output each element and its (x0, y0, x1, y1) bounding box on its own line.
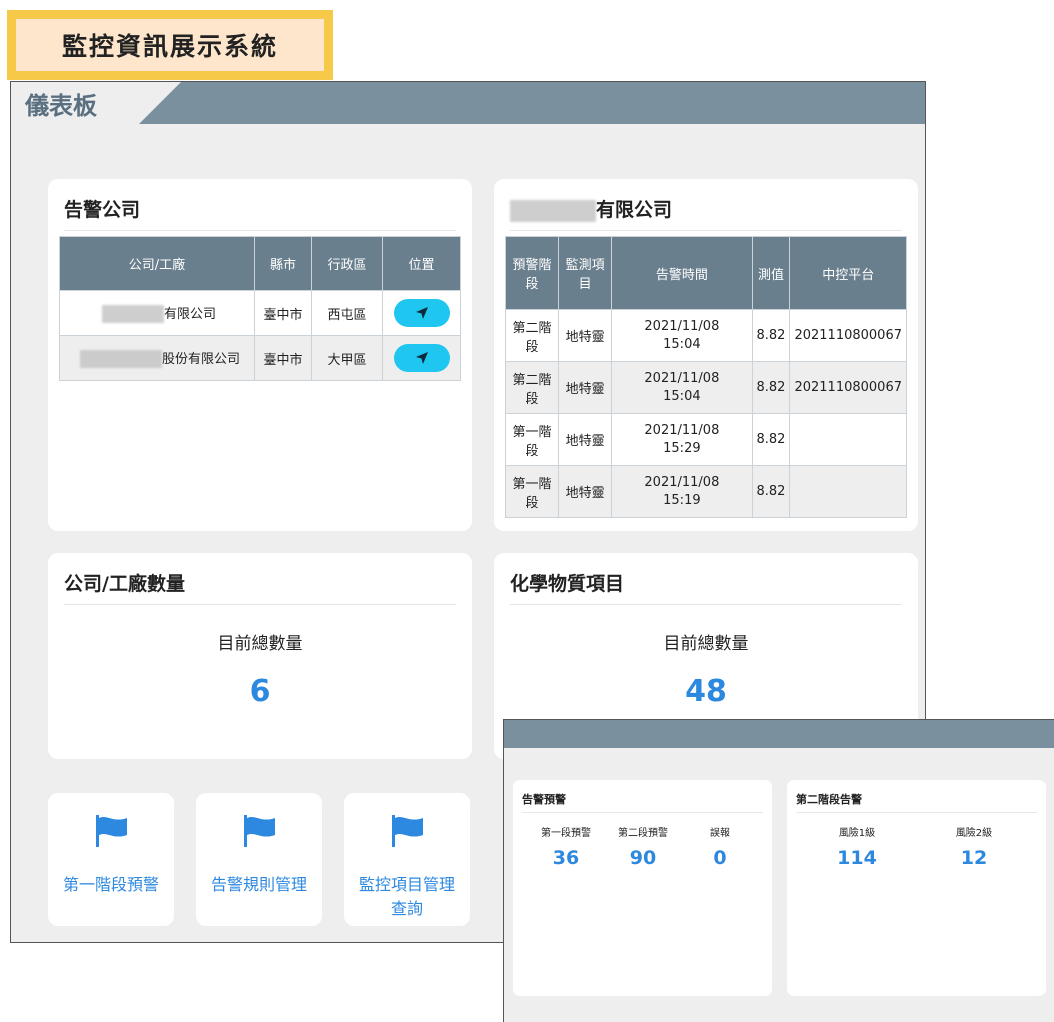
redacted-name (510, 199, 596, 222)
company-district: 大甲區 (311, 335, 383, 381)
col-platform: 中控平台 (789, 236, 907, 310)
overlay-header-bar (504, 720, 1054, 748)
tile-label: 監控項目管理查詢 (358, 875, 455, 918)
alert-value: 8.82 (751, 309, 791, 362)
alert-time: 15:04 (663, 336, 701, 352)
alert-item: 地特靈 (558, 361, 613, 414)
navigation-arrow-icon (415, 352, 428, 364)
alert-stage: 第一階段 (504, 413, 560, 466)
company-alerts-title: 有限公司 (510, 179, 902, 231)
col-company: 公司/工廠 (59, 236, 255, 291)
table-row: 股份有限公司 臺中市 大甲區 (59, 335, 461, 381)
alert-warning-card: 告警預警 (513, 780, 772, 996)
alert-item: 地特靈 (558, 465, 613, 518)
alert-value: 8.82 (751, 413, 791, 466)
company-alerts-table: 預警階段 監測項目 告警時間 測值 中控平台 第二階段 地特靈 2021/11/… (504, 236, 907, 518)
stat-risk-level-2: 風險2級 12 (955, 828, 993, 869)
chemical-items-title: 化學物質項目 (510, 553, 902, 605)
alert-value: 8.82 (751, 361, 791, 414)
company-count-value: 6 (249, 674, 271, 709)
company-name-suffix: 股份有限公司 (161, 351, 240, 367)
company-name-suffix: 有限公司 (163, 306, 216, 322)
platform-link[interactable]: 2021110800067 (789, 309, 907, 362)
overlay-window: 告警預警 第一段預警 36 第二段預警 90 誤報 0 第二階段告警 風險1級 … (503, 719, 1054, 1022)
table-row: 第二階段 地特靈 2021/11/08 15:04 8.82 2021110800… (504, 361, 907, 414)
alert-item: 地特靈 (558, 413, 613, 466)
stat-stage2-warning: 第二段預警 90 (618, 828, 668, 869)
alert-value: 8.82 (751, 465, 791, 518)
alert-time: 15:04 (663, 388, 701, 404)
alert-date: 2021/11/08 (644, 474, 720, 490)
col-district: 行政區 (311, 236, 383, 291)
table-row: 第一階段 地特靈 2021/11/08 15:29 8.82 (504, 413, 907, 466)
col-stage: 預警階段 (504, 236, 560, 310)
tile-stage1-warning[interactable]: 第一階段預警 (48, 793, 174, 926)
table-row: 第二階段 地特靈 2021/11/08 15:04 8.82 2021110800… (504, 309, 907, 362)
stat-stage1-warning: 第一段預警 36 (541, 828, 591, 869)
col-value: 測值 (751, 236, 791, 310)
company-district: 西屯區 (311, 290, 383, 336)
platform-link[interactable] (789, 413, 907, 466)
alert-warning-title: 告警預警 (522, 780, 763, 813)
tile-label: 第一階段預警 (62, 875, 159, 894)
redacted-name (101, 305, 164, 324)
dashboard-title: 儀表板 (25, 92, 97, 120)
col-item: 監測項目 (558, 236, 613, 310)
flag-icon (244, 815, 275, 847)
app-title: 監控資訊展示系統 (16, 19, 324, 71)
company-count-title: 公司/工廠數量 (64, 553, 456, 605)
redacted-name (79, 350, 162, 369)
flag-icon (96, 815, 127, 847)
app-title-badge: 監控資訊展示系統 (7, 10, 333, 80)
alert-item: 地特靈 (558, 309, 613, 362)
alert-companies-card: 告警公司 公司/工廠 縣市 行政區 位置 有限公司 臺中市 西屯區 股份有限公司… (48, 179, 472, 531)
stage2-alert-title: 第二階段告警 (796, 780, 1037, 813)
alert-date: 2021/11/08 (644, 422, 720, 438)
alert-time: 15:29 (663, 440, 701, 456)
alert-date: 2021/11/08 (644, 370, 720, 386)
stage2-alert-card: 第二階段告警 (787, 780, 1046, 996)
navigation-arrow-icon (415, 307, 428, 319)
alert-companies-table: 公司/工廠 縣市 行政區 位置 有限公司 臺中市 西屯區 股份有限公司 臺中市 … (59, 236, 461, 381)
alert-stage: 第一階段 (504, 465, 560, 518)
alert-stage: 第二階段 (504, 309, 560, 362)
col-city: 縣市 (254, 236, 312, 291)
alert-date: 2021/11/08 (644, 318, 720, 334)
alert-companies-title: 告警公司 (64, 179, 456, 231)
stat-false-alarm: 誤報 0 (710, 828, 730, 869)
alert-stage: 第二階段 (504, 361, 560, 414)
chemical-items-label: 目前總數量 (663, 634, 749, 654)
platform-link[interactable]: 2021110800067 (789, 361, 907, 414)
chemical-items-value: 48 (685, 674, 727, 709)
company-count-label: 目前總數量 (217, 634, 303, 654)
table-row: 第一階段 地特靈 2021/11/08 15:19 8.82 (504, 465, 907, 518)
company-city: 臺中市 (254, 290, 312, 336)
company-count-card: 公司/工廠數量 目前總數量 6 (48, 553, 472, 759)
col-alert-time: 告警時間 (611, 236, 753, 310)
alert-time: 15:19 (663, 492, 701, 508)
company-city: 臺中市 (254, 335, 312, 381)
location-button[interactable] (393, 299, 450, 327)
flag-icon (392, 815, 423, 847)
stat-risk-level-1: 風險1級 114 (837, 828, 877, 869)
tile-label: 告警規則管理 (210, 875, 307, 894)
platform-link[interactable] (789, 465, 907, 518)
tile-alert-rules[interactable]: 告警規則管理 (196, 793, 322, 926)
col-location: 位置 (382, 236, 461, 291)
location-button[interactable] (393, 344, 450, 372)
company-alerts-card: 有限公司 預警階段 監測項目 告警時間 測值 中控平台 第二階段 地特靈 202… (494, 179, 918, 531)
table-row: 有限公司 臺中市 西屯區 (59, 290, 461, 336)
tile-monitoring-items[interactable]: 監控項目管理查詢 (344, 793, 470, 926)
